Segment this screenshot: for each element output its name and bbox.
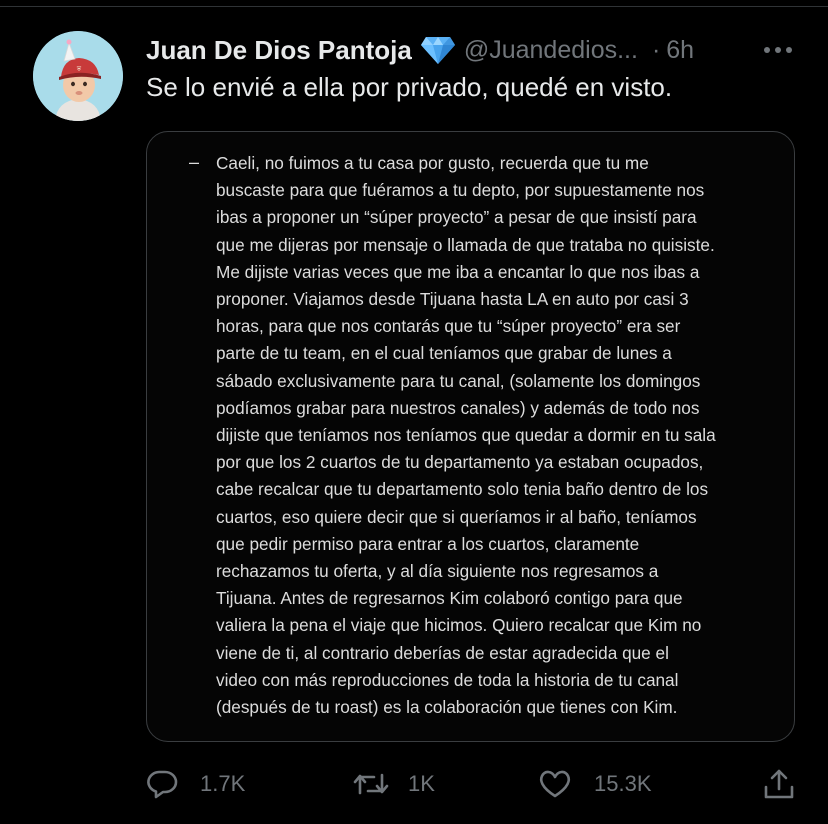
media-line: (después de tu roast) es la colaboración… xyxy=(216,697,678,718)
media-line: horas, para que nos contarás que tu “súp… xyxy=(216,316,681,337)
media-line: proponer. Viajamos desde Tijuana hasta L… xyxy=(216,289,689,310)
media-line: dijiste que teníamos nos teníamos que qu… xyxy=(216,425,716,446)
tweet-media-image[interactable]: – Caeli, no fuimos a tu casa por gusto, … xyxy=(146,131,795,742)
retweet-icon xyxy=(352,769,390,799)
media-dash: – xyxy=(189,152,200,172)
media-line: Tijuana. Antes de regresarnos Kim colabo… xyxy=(216,588,683,609)
retweet-button[interactable]: 1K xyxy=(352,762,435,806)
author-name[interactable]: Juan De Dios Pantoja xyxy=(146,35,412,66)
media-line: rechazamos tu oferta, y al día siguiente… xyxy=(216,561,659,582)
top-divider xyxy=(0,6,828,7)
reply-button[interactable]: 1.7K xyxy=(146,762,245,806)
media-line: podíamos grabar para nuestros canales) y… xyxy=(216,397,700,418)
media-line: que me dijeras por mensaje o llamada de … xyxy=(216,234,715,255)
media-text: Caeli, no fuimos a tu casa por gusto, re… xyxy=(216,150,786,721)
diamond-icon xyxy=(420,35,456,65)
tweet-text: Se lo envié a ella por privado, quedé en… xyxy=(146,72,673,102)
reply-icon xyxy=(146,769,178,799)
media-line: viene de ti, al contrario deberías de es… xyxy=(216,642,669,663)
more-dots-icon[interactable] xyxy=(758,34,798,66)
like-count: 15.3K xyxy=(594,771,652,796)
media-line: sábado exclusivamente para tu canal, (so… xyxy=(216,370,701,391)
tweet-actions: 1.7K 1K 15.3K xyxy=(146,762,806,806)
media-line: ibas a proponer un “súper proyecto” a pe… xyxy=(216,207,697,228)
media-line: que pedir permiso para entrar a los cuar… xyxy=(216,533,640,554)
reply-count: 1.7K xyxy=(200,771,246,796)
share-icon xyxy=(762,767,796,801)
media-line: cabe recalcar que tu departamento solo t… xyxy=(216,479,709,500)
media-line: por que los 2 cuartos de tu departamento… xyxy=(216,452,704,473)
like-button[interactable]: 15.3K xyxy=(538,762,652,806)
media-line: buscaste para que fuéramos a tu depto, p… xyxy=(216,180,705,201)
media-line: valiera la pena el viaje que hicimos. Qu… xyxy=(216,615,702,636)
media-line: cuartos, eso quiere decir que si queríam… xyxy=(216,506,697,527)
tweet-header: Juan De Dios Pantoja @Juandedios... · 6h xyxy=(146,30,798,70)
media-line: Me dijiste varias veces que me iba a enc… xyxy=(216,261,700,282)
media-line: video con más reproducciones de toda la … xyxy=(216,669,679,690)
heart-icon xyxy=(538,769,572,799)
retweet-count: 1K xyxy=(408,771,435,796)
avatar[interactable]: ⛨ xyxy=(33,31,123,121)
share-button[interactable] xyxy=(762,762,796,806)
author-handle[interactable]: @Juandedios... xyxy=(464,36,638,65)
media-line: Caeli, no fuimos a tu casa por gusto, re… xyxy=(216,153,649,173)
svg-text:⛨: ⛨ xyxy=(77,66,82,73)
media-line: parte de tu team, en el cual teníamos qu… xyxy=(216,343,672,364)
tweet-timestamp[interactable]: 6h xyxy=(666,36,694,65)
separator-dot: · xyxy=(651,35,661,64)
